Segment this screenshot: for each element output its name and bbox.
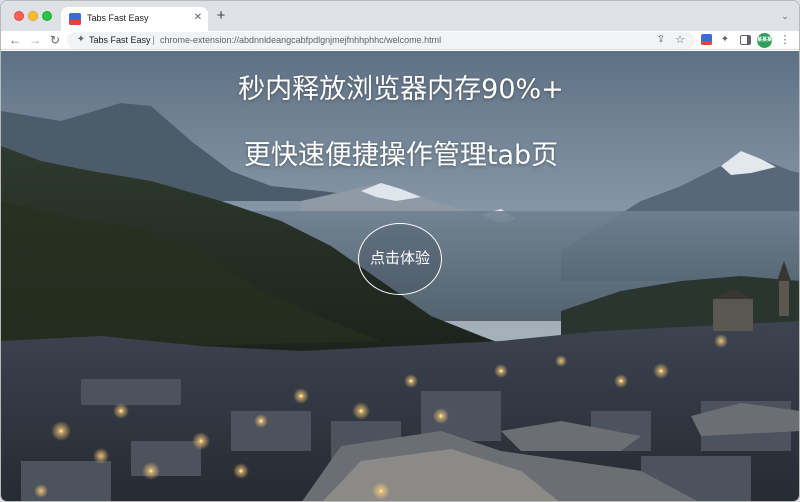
bookmark-star-icon[interactable]: ☆ <box>674 34 686 46</box>
try-it-button[interactable]: 点击体验 <box>358 223 442 295</box>
tab-tabs-fast-easy[interactable]: Tabs Fast Easy ✕ <box>61 7 208 31</box>
hero-headline-tabs: 更快速便捷操作管理tab页 <box>243 140 559 171</box>
browser-window: Tabs Fast Easy ✕ + ⌄ ← → ↻ ✦ Tabs Fast E… <box>0 0 800 502</box>
forward-arrow-icon[interactable]: → <box>27 32 43 48</box>
url-text[interactable]: chrome-extension://abdnnldeangcabfpdlgnj… <box>160 35 441 45</box>
reload-icon[interactable]: ↻ <box>47 32 63 48</box>
tab-title: Tabs Fast Easy <box>87 13 149 23</box>
extension-name-chip: Tabs Fast Easy <box>89 35 151 45</box>
browser-toolbar: ← → ↻ ✦ Tabs Fast Easy chrome-extension:… <box>1 31 799 50</box>
close-tab-icon[interactable]: ✕ <box>192 12 204 24</box>
more-menu-icon[interactable]: ⋮ <box>778 33 792 47</box>
new-tab-button[interactable]: + <box>213 8 229 24</box>
back-arrow-icon[interactable]: ← <box>7 32 23 48</box>
tab-strip: Tabs Fast Easy ✕ + ⌄ <box>1 1 799 31</box>
welcome-page: 秒内释放浏览器内存90%+ 更快速便捷操作管理tab页 点击体验 <box>1 51 799 501</box>
tabs-fast-easy-logo-icon <box>69 13 81 25</box>
extensions-puzzle-icon[interactable]: ✦ <box>718 33 732 47</box>
share-icon[interactable]: ⇪ <box>655 34 667 46</box>
minimize-window-button[interactable] <box>28 11 38 21</box>
address-separator <box>153 36 154 45</box>
puzzle-icon: ✦ <box>76 34 86 45</box>
side-panel-icon[interactable] <box>738 33 752 47</box>
hero-headline-memory: 秒内释放浏览器内存90%+ <box>238 74 564 105</box>
profile-avatar[interactable]: 某某某 <box>757 33 772 48</box>
zoom-window-button[interactable] <box>42 11 52 21</box>
close-window-button[interactable] <box>14 11 24 21</box>
address-bar[interactable]: ✦ Tabs Fast Easy chrome-extension://abdn… <box>67 32 695 49</box>
tab-search-chevron-icon[interactable]: ⌄ <box>779 10 791 22</box>
tabs-fast-easy-extension-icon[interactable] <box>699 33 713 47</box>
